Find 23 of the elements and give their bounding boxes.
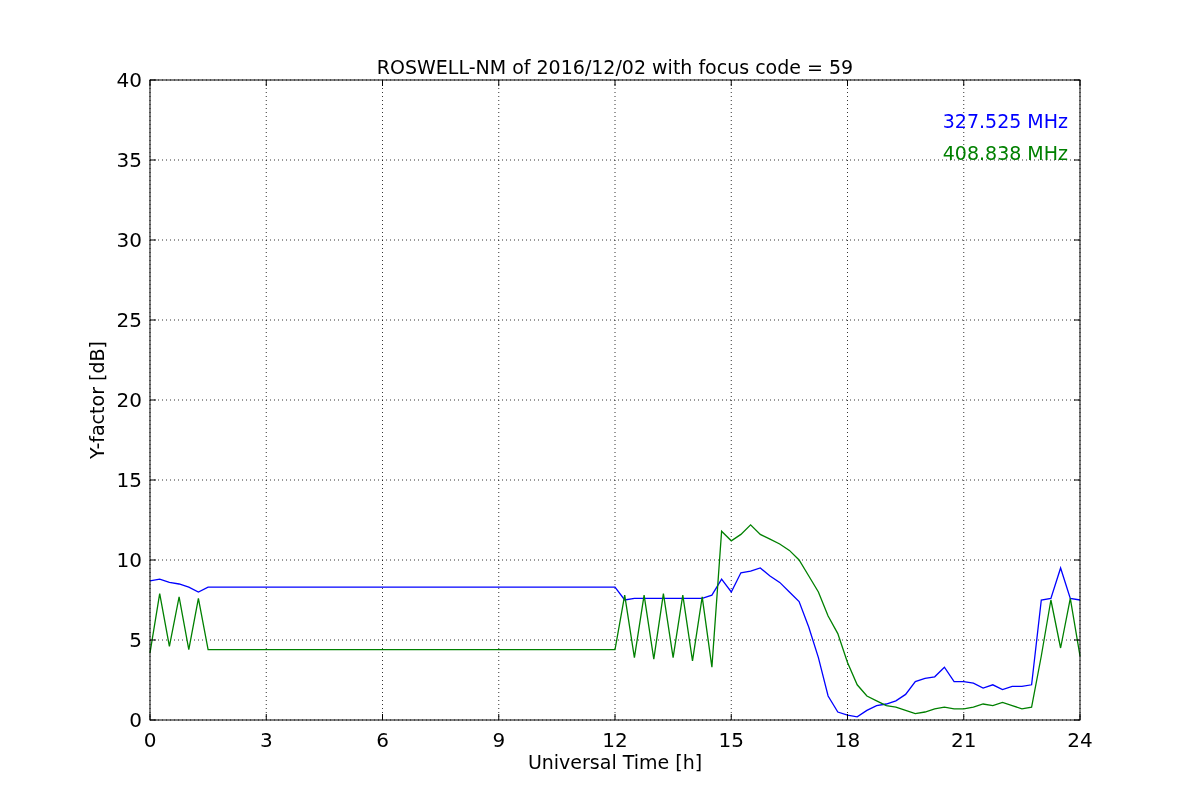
x-tick-label: 9 — [492, 728, 506, 752]
x-tick-label: 21 — [951, 728, 977, 752]
legend-entry: 408.838 MHz — [942, 142, 1068, 164]
legend-entry: 327.525 MHz — [942, 110, 1068, 132]
x-tick-label: 15 — [718, 728, 744, 752]
y-tick-label: 15 — [116, 468, 142, 492]
y-tick-label: 10 — [116, 548, 142, 572]
y-tick-label: 35 — [116, 148, 142, 172]
x-axis-label: Universal Time [h] — [527, 751, 703, 773]
x-tick-label: 3 — [259, 728, 273, 752]
y-axis-label: Y-factor [dB] — [86, 341, 108, 459]
x-tick-label: 18 — [834, 728, 861, 752]
y-tick-label: 5 — [129, 628, 142, 652]
y-tick-label: 40 — [116, 68, 142, 92]
x-tick-label: 6 — [376, 728, 389, 752]
y-tick-label: 30 — [116, 228, 142, 252]
y-tick-label: 25 — [116, 308, 142, 332]
y-tick-label: 0 — [129, 708, 142, 732]
x-tick-label: 24 — [1067, 728, 1093, 752]
x-tick-label: 0 — [143, 728, 157, 752]
x-tick-label: 12 — [602, 728, 628, 752]
chart-title: ROSWELL-NM of 2016/12/02 with focus code = 59 — [376, 56, 854, 78]
y-tick-label: 20 — [116, 388, 142, 412]
